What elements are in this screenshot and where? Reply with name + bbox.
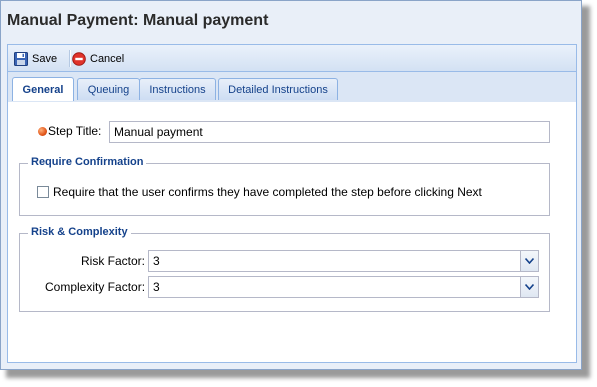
tab-instructions-label: Instructions — [149, 83, 206, 96]
risk-complexity-fieldset: Risk & Complexity Risk Factor: 3 Complex… — [19, 226, 550, 312]
save-icon — [14, 52, 28, 66]
tab-bar: General Queuing Instructions Detailed In… — [7, 72, 577, 102]
complexity-factor-value: 3 — [153, 280, 160, 294]
dialog-window: Manual Payment: Manual payment Save Canc… — [0, 0, 582, 370]
tab-detailed-instructions[interactable]: Detailed Instructions — [218, 78, 338, 100]
chevron-down-icon — [525, 258, 534, 264]
require-confirmation-checkbox[interactable] — [37, 186, 49, 198]
tab-detailed-instructions-label: Detailed Instructions — [228, 83, 328, 96]
tab-general[interactable]: General — [12, 77, 74, 101]
step-title-input[interactable] — [109, 121, 550, 143]
cancel-button[interactable]: Cancel — [72, 51, 124, 67]
tab-queuing-label: Queuing — [87, 83, 130, 96]
complexity-factor-dropdown-trigger[interactable] — [520, 277, 538, 297]
risk-factor-label: Risk Factor: — [81, 254, 146, 268]
tab-instructions[interactable]: Instructions — [139, 78, 216, 100]
cancel-label: Cancel — [90, 53, 125, 65]
toolbar-separator — [69, 50, 71, 67]
require-confirmation-fieldset: Require Confirmation Require that the us… — [19, 156, 550, 216]
step-title-label: Step Title: — [48, 124, 102, 138]
cancel-icon — [72, 52, 86, 66]
save-label: Save — [32, 53, 58, 65]
require-confirmation-text: Require that the user confirms they have… — [53, 185, 482, 199]
require-confirmation-legend: Require Confirmation — [28, 156, 147, 168]
required-icon — [38, 127, 47, 136]
tab-general-label: General — [22, 83, 64, 96]
general-panel: Step Title: Require Confirmation Require… — [7, 102, 577, 363]
complexity-factor-label: Complexity Factor: — [45, 280, 146, 294]
risk-factor-dropdown-trigger[interactable] — [520, 251, 538, 271]
risk-factor-select[interactable]: 3 — [148, 250, 539, 272]
tab-queuing[interactable]: Queuing — [77, 78, 140, 100]
complexity-factor-select[interactable]: 3 — [148, 276, 539, 298]
risk-complexity-legend: Risk & Complexity — [28, 226, 131, 238]
toolbar: Save Cancel — [7, 44, 577, 72]
window-title: Manual Payment: Manual payment — [7, 12, 269, 29]
risk-factor-value: 3 — [153, 254, 160, 268]
save-button[interactable]: Save — [14, 51, 57, 67]
chevron-down-icon — [525, 284, 534, 290]
